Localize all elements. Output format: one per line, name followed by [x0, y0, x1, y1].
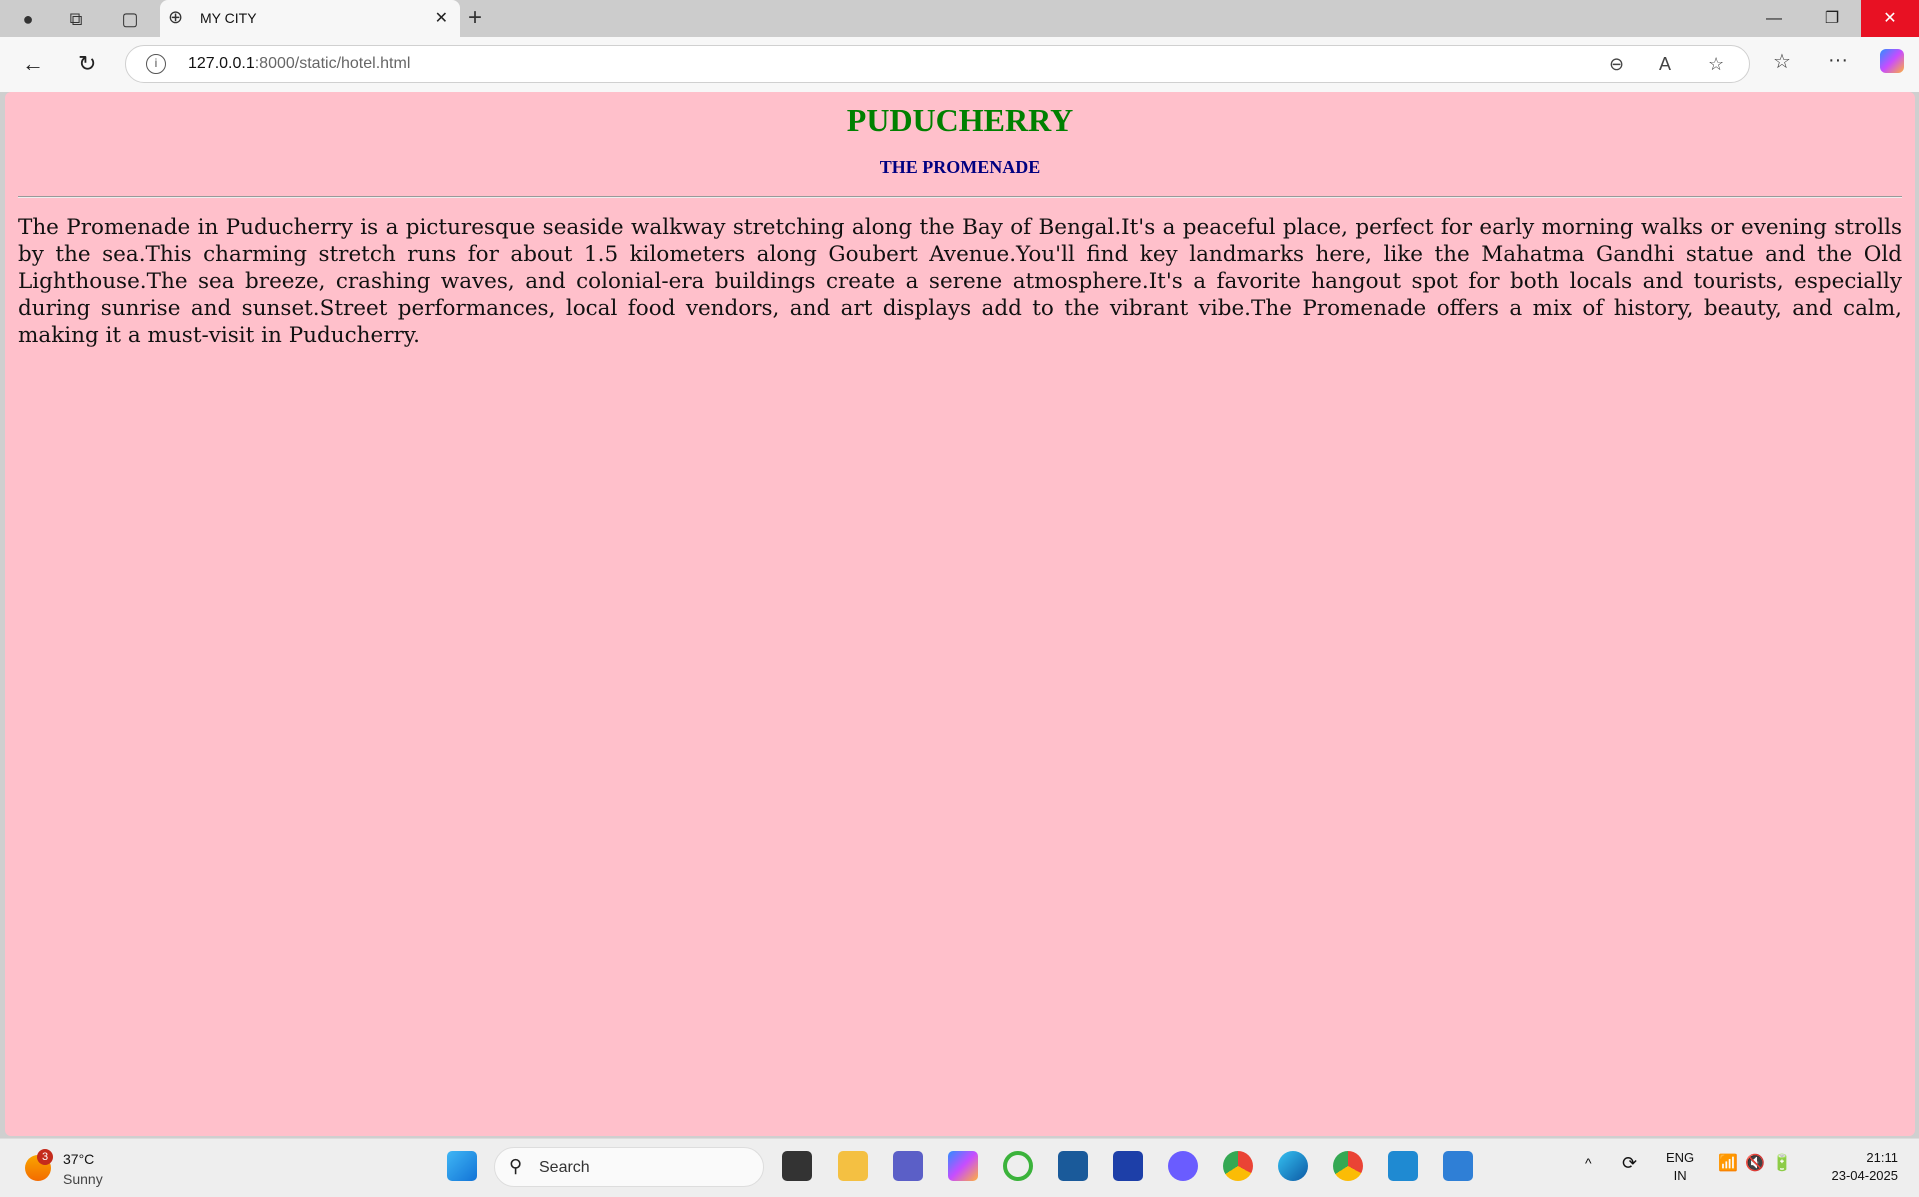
tab-bar: ● ⧉ ▢ ⊕ MY CITY ✕ + — ❐ ✕	[0, 0, 1919, 37]
photos-icon[interactable]	[1443, 1151, 1473, 1181]
profile-icon[interactable]: ●	[16, 7, 40, 31]
new-tab-button[interactable]: +	[468, 4, 482, 32]
language-code: ENG	[1666, 1150, 1695, 1165]
wifi-icon[interactable]: 📶	[1718, 1153, 1738, 1173]
weather-badge: 3	[37, 1149, 53, 1165]
close-window-button[interactable]: ✕	[1861, 0, 1919, 37]
page-subtitle: THE PROMENADE	[879, 157, 1041, 177]
info-icon[interactable]: i	[146, 54, 166, 74]
taskbar-search[interactable]: ⚲ Search	[494, 1147, 764, 1187]
volume-muted-icon[interactable]: 🔇	[1745, 1153, 1765, 1173]
tab-title: MY CITY	[200, 10, 257, 26]
task-view-icon[interactable]	[782, 1151, 812, 1181]
arc-app-icon[interactable]	[1168, 1151, 1198, 1181]
store-icon[interactable]	[1058, 1151, 1088, 1181]
file-explorer-icon[interactable]	[838, 1151, 868, 1181]
date: 23-04-2025	[1831, 1168, 1899, 1183]
teams-icon[interactable]	[893, 1151, 923, 1181]
zoom-out-icon[interactable]: ⊖	[1609, 54, 1624, 75]
search-icon: ⚲	[509, 1156, 523, 1176]
more-menu-icon[interactable]: ···	[1828, 49, 1848, 72]
show-hidden-icons[interactable]: ^	[1585, 1155, 1592, 1171]
search-label: Search	[539, 1159, 590, 1176]
url-host: 127.0.0.1	[188, 55, 255, 72]
copilot-app-icon[interactable]	[948, 1151, 978, 1181]
favorites-icon[interactable]: ☆	[1773, 49, 1791, 74]
vertical-tabs-icon[interactable]: ▢	[118, 7, 142, 31]
language-indicator[interactable]: ENG IN	[1666, 1149, 1694, 1185]
address-bar[interactable]: i 127.0.0.1:8000/static/hotel.html ⊖ A ☆	[125, 45, 1750, 83]
restore-button[interactable]: ❐	[1803, 0, 1861, 37]
refresh-icon[interactable]: ↻	[78, 51, 96, 77]
vscode-icon[interactable]	[1388, 1151, 1418, 1181]
globe-icon: ⊕	[168, 7, 184, 27]
chrome-icon[interactable]	[1223, 1151, 1253, 1181]
time: 21:11	[1866, 1150, 1898, 1165]
back-icon[interactable]: ←	[22, 51, 44, 77]
start-button[interactable]	[447, 1151, 477, 1181]
url-path: :8000/static/hotel.html	[254, 55, 411, 72]
edge-icon[interactable]	[1278, 1151, 1308, 1181]
close-tab-icon[interactable]: ✕	[435, 8, 448, 28]
sync-icon[interactable]: ⟳	[1622, 1153, 1637, 1174]
page-title: PUDUCHERRY	[846, 102, 1074, 138]
l-app-icon[interactable]	[1113, 1151, 1143, 1181]
divider	[18, 196, 1902, 198]
weather-condition: Sunny	[63, 1171, 103, 1187]
url-text[interactable]: 127.0.0.1:8000/static/hotel.html	[188, 55, 410, 73]
copilot-icon[interactable]	[1880, 49, 1904, 73]
favorite-star-icon[interactable]: ☆	[1708, 54, 1724, 75]
page-content: PUDUCHERRY THE PROMENADE The Promenade i…	[5, 92, 1915, 1136]
battery-icon[interactable]: 🔋	[1772, 1153, 1792, 1173]
read-aloud-icon[interactable]: A	[1659, 54, 1671, 75]
chrome-profile-icon[interactable]	[1333, 1151, 1363, 1181]
taskbar: 3 37°C Sunny ⚲ Search ^ ⟳ ENG IN 📶 🔇 🔋 2…	[0, 1138, 1919, 1197]
description-paragraph: The Promenade in Puducherry is a picture…	[18, 215, 1902, 348]
refresh-app-icon[interactable]	[1003, 1151, 1033, 1181]
workspaces-icon[interactable]: ⧉	[64, 7, 88, 31]
tab-my-city[interactable]: ⊕ MY CITY ✕	[160, 0, 460, 37]
temperature: 37°C	[63, 1151, 95, 1167]
clock[interactable]: 21:11 23-04-2025	[1818, 1149, 1899, 1185]
minimize-button[interactable]: —	[1745, 0, 1803, 37]
address-toolbar: ← ↻ i 127.0.0.1:8000/static/hotel.html ⊖…	[0, 37, 1919, 92]
region-code: IN	[1673, 1168, 1687, 1183]
